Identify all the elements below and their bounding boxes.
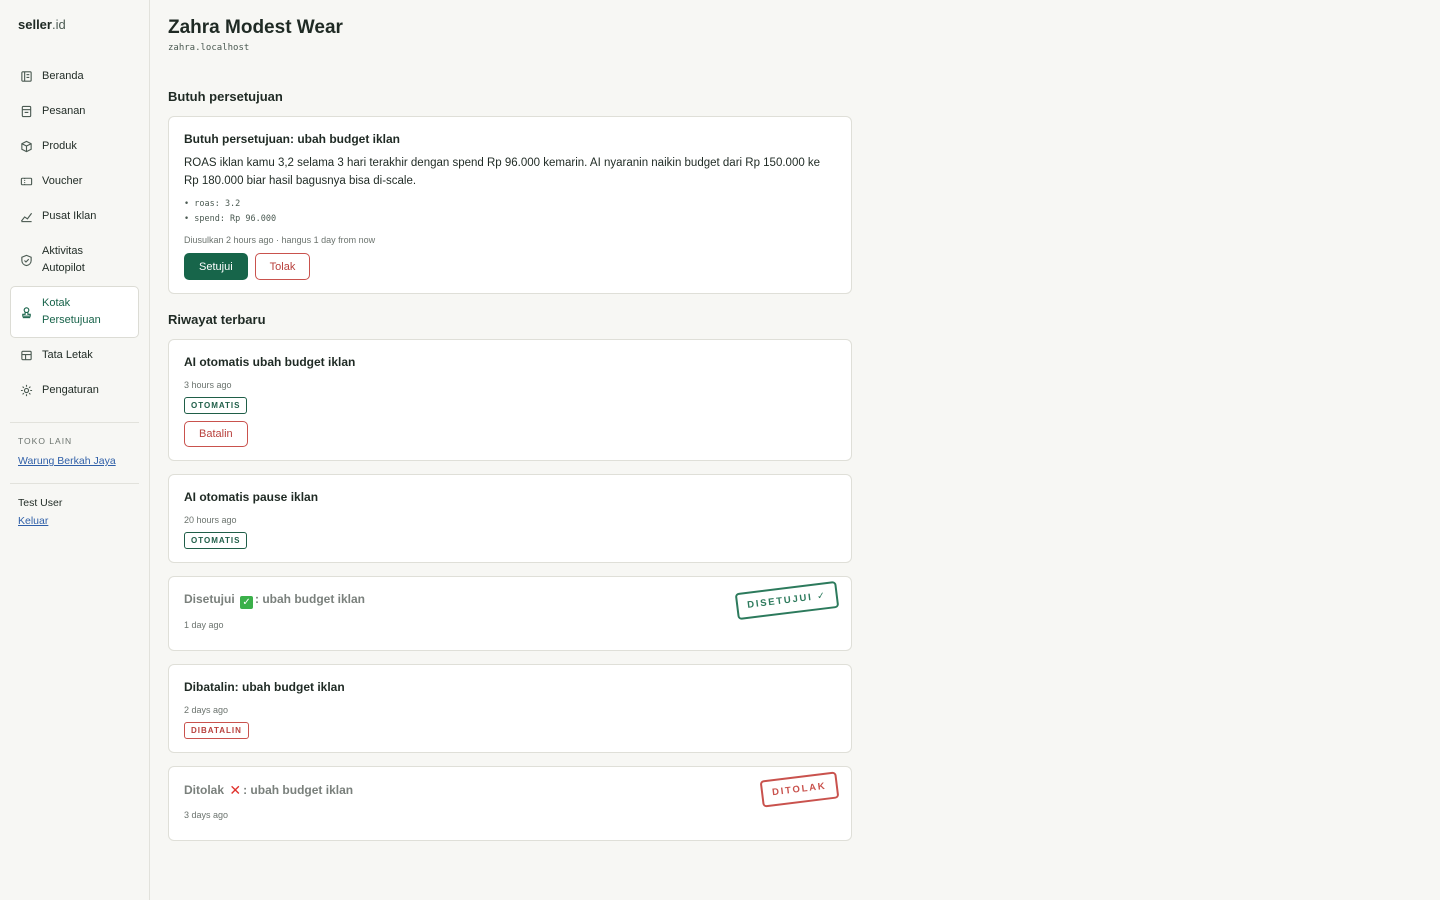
nav-label: Pesanan bbox=[42, 105, 86, 117]
card-description: ROAS iklan kamu 3,2 selama 3 hari terakh… bbox=[184, 157, 821, 187]
nav-label: Voucher bbox=[42, 175, 83, 187]
brand-logo[interactable]: seller.id bbox=[10, 17, 139, 35]
undo-button[interactable]: Batalin bbox=[184, 421, 248, 447]
nav-label: Pusat Iklan bbox=[42, 210, 97, 222]
store-domain: zahra.localhost bbox=[168, 43, 250, 53]
card-actions: Setujui Tolak bbox=[184, 253, 836, 280]
gear-icon bbox=[19, 384, 33, 398]
card-time: 2 days ago bbox=[184, 705, 229, 715]
ticket-icon bbox=[19, 175, 33, 189]
metric-item: • spend: Rp 96.000 bbox=[184, 214, 277, 224]
box-icon bbox=[19, 140, 33, 154]
nav-label: Aktivitas Autopilot bbox=[42, 245, 85, 274]
reject-button[interactable]: Tolak bbox=[254, 253, 311, 280]
history-card: AI otomatis ubah budget iklan 3 hours ag… bbox=[168, 339, 852, 461]
status-badge: OTOMATIS bbox=[184, 532, 248, 549]
nav-item-pengaturan[interactable]: Pengaturan bbox=[10, 373, 139, 408]
check-mark-icon: ✓ bbox=[240, 596, 254, 609]
nav-label: Produk bbox=[42, 140, 77, 152]
card-title: Ditolak ✕: ubah budget iklan bbox=[184, 782, 836, 799]
stamp-icon bbox=[19, 305, 33, 319]
history-card: Dibatalin: ubah budget iklan 2 days ago … bbox=[168, 664, 852, 753]
brand-suffix: .id bbox=[51, 17, 66, 32]
card-time: 3 hours ago bbox=[184, 380, 232, 390]
nav-item-kotak-persetujuan[interactable]: Kotak Persetujuan bbox=[10, 286, 139, 338]
nav-item-voucher[interactable]: Voucher bbox=[10, 164, 139, 199]
other-store-link[interactable]: Warung Berkah Jaya bbox=[10, 455, 139, 467]
nav-label: Beranda bbox=[42, 70, 84, 82]
cross-mark-icon: ✕ bbox=[229, 782, 242, 798]
card-title-action: : ubah budget iklan bbox=[243, 783, 354, 797]
metric-item: • roas: 3.2 bbox=[184, 199, 241, 209]
main-content: Zahra Modest Wear zahra.localhost Butuh … bbox=[168, 17, 852, 854]
card-title: AI otomatis ubah budget iklan bbox=[184, 355, 356, 369]
pending-approval-card: Butuh persetujuan: ubah budget iklan ROA… bbox=[168, 116, 852, 294]
nav-item-aktivitas-autopilot[interactable]: Aktivitas Autopilot bbox=[10, 234, 139, 286]
nav-item-tata-letak[interactable]: Tata Letak bbox=[10, 338, 139, 373]
card-time: 3 days ago bbox=[184, 810, 229, 820]
status-badge: OTOMATIS bbox=[184, 397, 248, 414]
page-title: Zahra Modest Wear bbox=[168, 17, 343, 38]
history-section-title: Riwayat terbaru bbox=[168, 312, 266, 327]
logout-link[interactable]: Keluar bbox=[10, 515, 139, 527]
sidebar: seller.id Beranda Pesanan Produk Voucher… bbox=[0, 0, 150, 900]
nav-label: Pengaturan bbox=[42, 384, 99, 396]
rejected-stamp: DITOLAK bbox=[759, 771, 840, 808]
layout-icon bbox=[19, 349, 33, 363]
main-nav: Beranda Pesanan Produk Voucher Pusat Ikl… bbox=[10, 59, 139, 408]
card-title: Dibatalin: ubah budget iklan bbox=[184, 680, 345, 694]
card-title-status: Disetujui bbox=[184, 592, 235, 606]
nav-item-pesanan[interactable]: Pesanan bbox=[10, 94, 139, 129]
nav-label: Tata Letak bbox=[42, 349, 93, 361]
card-time: 20 hours ago bbox=[184, 515, 237, 525]
status-badge: DIBATALIN bbox=[184, 722, 249, 739]
card-title: Butuh persetujuan: ubah budget iklan bbox=[184, 132, 400, 146]
user-name: Test User bbox=[18, 497, 63, 509]
nav-item-produk[interactable]: Produk bbox=[10, 129, 139, 164]
card-title: AI otomatis pause iklan bbox=[184, 490, 319, 504]
sidebar-divider bbox=[10, 483, 139, 484]
metric-list: • roas: 3.2 • spend: Rp 96.000 bbox=[184, 197, 836, 227]
pending-section-title: Butuh persetujuan bbox=[168, 89, 283, 104]
history-card: Disetujui ✓: ubah budget iklan 1 day ago… bbox=[168, 576, 852, 651]
history-card: AI otomatis pause iklan 20 hours ago OTO… bbox=[168, 474, 852, 563]
card-time: 1 day ago bbox=[184, 620, 224, 630]
shield-icon bbox=[19, 253, 33, 267]
nav-item-pusat-iklan[interactable]: Pusat Iklan bbox=[10, 199, 139, 234]
nav-label: Kotak Persetujuan bbox=[42, 297, 101, 326]
sidebar-divider bbox=[10, 422, 139, 423]
card-title-action: : ubah budget iklan bbox=[255, 592, 366, 606]
other-stores-label: TOKO LAIN bbox=[18, 436, 73, 446]
approved-stamp: DISETUJUI ✓ bbox=[734, 580, 840, 621]
brand-name: seller bbox=[18, 17, 52, 32]
card-title-status: Ditolak bbox=[184, 783, 225, 797]
card-meta: Diusulkan 2 hours ago · hangus 1 day fro… bbox=[184, 235, 376, 245]
home-icon bbox=[19, 70, 33, 84]
approve-button[interactable]: Setujui bbox=[184, 253, 248, 280]
chart-icon bbox=[19, 210, 33, 224]
nav-item-beranda[interactable]: Beranda bbox=[10, 59, 139, 94]
history-card: Ditolak ✕: ubah budget iklan 3 days ago … bbox=[168, 766, 852, 841]
orders-icon bbox=[19, 105, 33, 119]
